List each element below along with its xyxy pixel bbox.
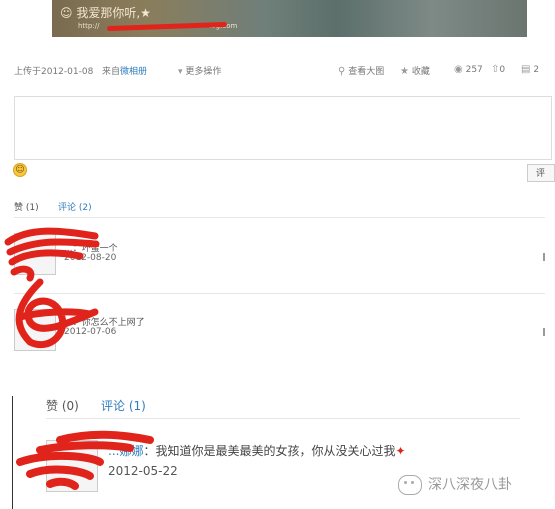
avatar[interactable] (14, 309, 56, 351)
tab-likes-count: (1) (25, 203, 39, 213)
favorite-label: 收藏 (411, 67, 430, 77)
watermark: 深八深夜八卦 (398, 474, 512, 495)
watermark-text: 深八深夜八卦 (428, 477, 512, 493)
tab-comments[interactable]: 评论 (1) (101, 397, 146, 414)
emoji-icon: ✦ (395, 444, 406, 458)
share-button[interactable]: ⇧0 (491, 64, 505, 75)
chevron-down-icon: ▾ (178, 67, 183, 77)
comments-count[interactable]: ▤ 2 (521, 64, 539, 75)
divider (14, 293, 545, 294)
tab-likes-label: 赞 (46, 399, 59, 413)
zoom-icon: ⚲ (338, 66, 346, 77)
avatar[interactable] (14, 233, 56, 275)
view-large-button[interactable]: ⚲ 查看大图 (338, 64, 384, 77)
row-handle[interactable] (543, 253, 545, 261)
comment-text: 我知道你是最美最美的女孩，你从没关心过我 (155, 444, 396, 458)
eye-icon: ◉ (454, 64, 463, 75)
photo-url: http://log.com (78, 22, 238, 30)
favorite-button[interactable]: ★ 收藏 (400, 64, 430, 77)
row-handle[interactable] (543, 328, 545, 336)
source-link[interactable]: 微相册 (120, 67, 147, 77)
divider (46, 418, 520, 419)
submit-comment-button[interactable]: 评 (527, 164, 555, 182)
tab-comments-count: (1) (128, 399, 146, 413)
tab-likes-count: (0) (61, 399, 79, 413)
comment-input[interactable] (14, 96, 552, 160)
view-large-label: 查看大图 (348, 67, 385, 77)
upload-date: 上传于2012-01-08 (14, 67, 94, 77)
tab-likes-label: 赞 (14, 203, 24, 213)
more-ops-dropdown[interactable]: ▾ 更多操作 (178, 64, 221, 77)
comment-username[interactable]: ...娜娜 (108, 444, 143, 458)
divider (14, 217, 545, 218)
quote-rule (12, 396, 13, 509)
comment-date: 2012-05-22 (108, 464, 178, 478)
comment-icon: ▤ (521, 64, 531, 75)
comment-date: 2012-08-20 (64, 253, 117, 263)
comments-value: 2 (533, 65, 540, 75)
tab-likes[interactable]: 赞 (1) (14, 200, 39, 213)
views-count: ◉ 257 (454, 64, 483, 75)
shares-value: 0 (499, 65, 506, 75)
tab-comments[interactable]: 评论 (2) (58, 200, 92, 213)
tab-likes[interactable]: 赞 (0) (46, 397, 79, 414)
wechat-icon (398, 475, 422, 495)
comment-body: ...娜娜：我知道你是最美最美的女孩，你从没关心过我✦ (108, 444, 406, 458)
photo-caption: ☺ 我爱那你听,★ (60, 6, 151, 20)
source-label: 来自 (102, 67, 121, 77)
more-ops-label: 更多操作 (185, 67, 222, 77)
star-icon: ★ (400, 66, 409, 77)
comment-date: 2012-07-06 (64, 327, 117, 337)
emoji-icon[interactable]: ☺ (13, 163, 27, 177)
avatar[interactable] (46, 440, 98, 492)
tab-comments-label: 评论 (101, 399, 126, 413)
source: 来自微相册 (102, 64, 147, 77)
tab-comments-label: 评论 (58, 203, 77, 213)
views-value: 257 (465, 65, 483, 75)
photo-strip[interactable]: ☺ 我爱那你听,★ http://log.com (52, 0, 527, 37)
tab-comments-count: (2) (78, 203, 92, 213)
